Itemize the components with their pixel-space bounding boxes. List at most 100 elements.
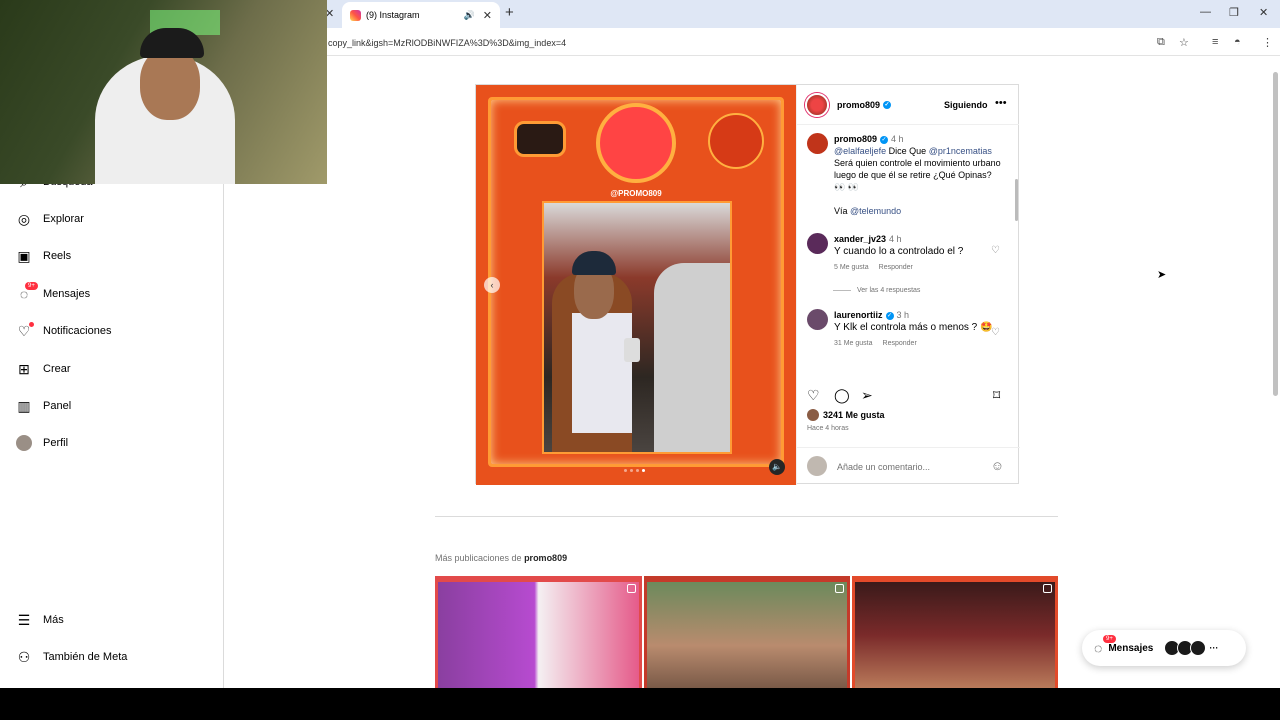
caption: promo809 ✓ 4 h @elalfaeljefe Dice Que @pr1… [807, 133, 1004, 217]
share-icon[interactable]: ➢ [861, 387, 873, 404]
install-app-icon[interactable]: ⧉ [1157, 36, 1165, 49]
new-tab-icon[interactable]: + [505, 4, 514, 21]
comment-input[interactable]: Añade un comentario... [837, 462, 930, 472]
comment-avatar[interactable] [807, 309, 828, 330]
extension-icon[interactable]: ◓ [1234, 36, 1241, 48]
multi-post-icon [835, 584, 844, 593]
comment-like-icon[interactable]: ♡ [991, 327, 1000, 338]
audio-toggle-icon[interactable]: 🔈 [769, 459, 785, 475]
following-button[interactable]: Siguiendo [944, 100, 988, 110]
mouse-cursor-icon: ➤ [1157, 269, 1167, 281]
sidebar-item-reels[interactable]: ▣ Reels [16, 248, 71, 264]
save-bookmark-icon[interactable]: ⌑ [993, 387, 1000, 404]
sidebar-item-label: Más [43, 614, 64, 626]
multi-post-icon [627, 584, 636, 593]
more-contacts-icon: ··· [1209, 643, 1219, 653]
page-scrollbar[interactable] [1272, 60, 1278, 688]
divider [435, 516, 1058, 517]
add-comment-bar: Añade un comentario... ☺ [797, 447, 1020, 485]
comments-scrollbar[interactable] [1014, 171, 1018, 377]
verified-icon: ✓ [880, 135, 889, 144]
post-dialog: @PROMO809 ‹ 🔈 promo809 ✓ Siguiendo ••• p… [475, 84, 1020, 485]
sidebar-item-profile[interactable]: Perfil [16, 435, 68, 451]
sidebar-item-label: Explorar [43, 213, 84, 225]
tab-title: (9) Instagram [366, 10, 420, 20]
messages-badge: 9+ [25, 282, 38, 290]
reels-icon: ▣ [17, 247, 31, 264]
post-time: Hace 4 horas [807, 425, 849, 432]
sidebar-item-label: Mensajes [43, 288, 91, 300]
notification-dot [29, 322, 34, 327]
messenger-icon: ◌ 9+ [16, 282, 38, 302]
post-actions: ♡ ◯ ➢ ⌑ [807, 387, 1012, 405]
caption-avatar[interactable] [807, 133, 828, 154]
chart-icon: ▥ [17, 397, 31, 414]
post-video[interactable] [542, 201, 732, 454]
sidebar-item-label: Crear [43, 363, 71, 375]
sidebar-item-explore[interactable]: ◎ Explorar [16, 211, 84, 227]
more-post-thumbnail[interactable] [852, 576, 1058, 688]
like-icon[interactable]: ♡ [807, 387, 820, 404]
sidebar-item-label: Panel [43, 400, 72, 412]
multi-post-icon [1043, 584, 1052, 593]
more-post-thumbnail[interactable] [435, 576, 642, 688]
sidebar-item-label: Reels [43, 250, 72, 262]
logo-circle-center [596, 103, 676, 183]
emoji-icon[interactable]: ☺ [991, 458, 1004, 473]
bookmark-star-icon[interactable]: ☆ [1179, 36, 1189, 49]
heart-icon: ♡ [16, 322, 34, 339]
tab-close-icon[interactable]: ✕ [483, 9, 492, 22]
verified-icon: ✓ [885, 311, 894, 320]
sidebar-item-create[interactable]: ⊞ Crear [16, 360, 71, 377]
comment-item: laurenortiiz ✓ 3 h Y Klk el controla más o… [807, 309, 1004, 350]
browser-menu-icon[interactable]: ⋮ [1262, 36, 1273, 49]
close-window-icon[interactable]: ✕ [1259, 6, 1268, 19]
media-control-icon[interactable]: ≡ [1212, 36, 1218, 48]
microphone [624, 338, 640, 362]
profile-avatar [16, 435, 32, 451]
post-side-panel: promo809 ✓ Siguiendo ••• promo809 ✓ 4 h @el… [796, 85, 1020, 485]
sidebar-item-label: Perfil [43, 437, 69, 449]
bottom-letterbox [0, 688, 1280, 720]
contact-avatar [1190, 640, 1207, 656]
instagram-favicon-icon [350, 9, 361, 21]
tab-audio-icon[interactable]: 🔊 [464, 10, 475, 21]
sidebar-item-meta[interactable]: ⚇ También de Meta [16, 648, 128, 665]
browser-tab-instagram[interactable]: (9) Instagram 🔊 ✕ [342, 2, 500, 28]
post-media[interactable]: @PROMO809 ‹ 🔈 [476, 85, 796, 485]
comment-icon[interactable]: ◯ [834, 387, 850, 404]
liker-avatar [807, 409, 819, 421]
sidebar-item-notifications[interactable]: ♡ Notificaciones [16, 322, 112, 339]
minimize-icon[interactable]: — [1200, 6, 1211, 18]
more-options-icon[interactable]: ••• [995, 97, 1007, 109]
messages-pill[interactable]: ◌ 9+ Mensajes ··· [1082, 630, 1246, 666]
restore-icon[interactable]: ❐ [1229, 6, 1239, 19]
webcam-overlay [0, 0, 327, 184]
screen: ✕ (9) Instagram 🔊 ✕ + — ❐ ✕ copy_link&ig… [0, 0, 1280, 720]
more-post-thumbnail[interactable] [644, 576, 850, 688]
comment-like-icon[interactable]: ♡ [991, 245, 1000, 256]
comment-avatar[interactable] [807, 233, 828, 254]
meta-apps-icon: ⚇ [17, 648, 31, 665]
comments-list: promo809 ✓ 4 h @elalfaeljefe Dice Que @pr1… [797, 125, 1020, 377]
carousel-prev-button[interactable]: ‹ [484, 277, 500, 293]
logo-circle-right [708, 113, 764, 169]
hamburger-icon: ☰ [17, 611, 31, 628]
plus-square-icon: ⊞ [18, 360, 30, 377]
sidebar-item-dashboard[interactable]: ▥ Panel [16, 398, 71, 414]
compass-icon: ◎ [17, 210, 31, 227]
sidebar-item-more[interactable]: ☰ Más [16, 612, 64, 628]
more-posts-heading: Más publicaciones de promo809 [435, 553, 568, 563]
author-username[interactable]: promo809 ✓ [837, 100, 892, 110]
likes-count[interactable]: 3241 Me gusta [807, 409, 885, 421]
view-replies-link[interactable]: Ver las 4 respuestas [833, 287, 920, 294]
sidebar-item-label: Notificaciones [43, 325, 112, 337]
author-avatar[interactable] [805, 92, 829, 117]
url-text[interactable]: copy_link&igsh=MzRlODBiNWFIZA%3D%3D&img_… [328, 38, 566, 48]
sidebar-item-label: También de Meta [43, 651, 128, 663]
media-handle: @PROMO809 [610, 189, 662, 198]
logo-bubble-left [514, 121, 566, 157]
messenger-icon: ◌ 9+ [1094, 635, 1116, 656]
comment-item: xander_jv23 4 h Y cuando lo a controlado … [807, 233, 1004, 274]
sidebar-item-messages[interactable]: ◌ 9+ Mensajes [16, 282, 91, 302]
